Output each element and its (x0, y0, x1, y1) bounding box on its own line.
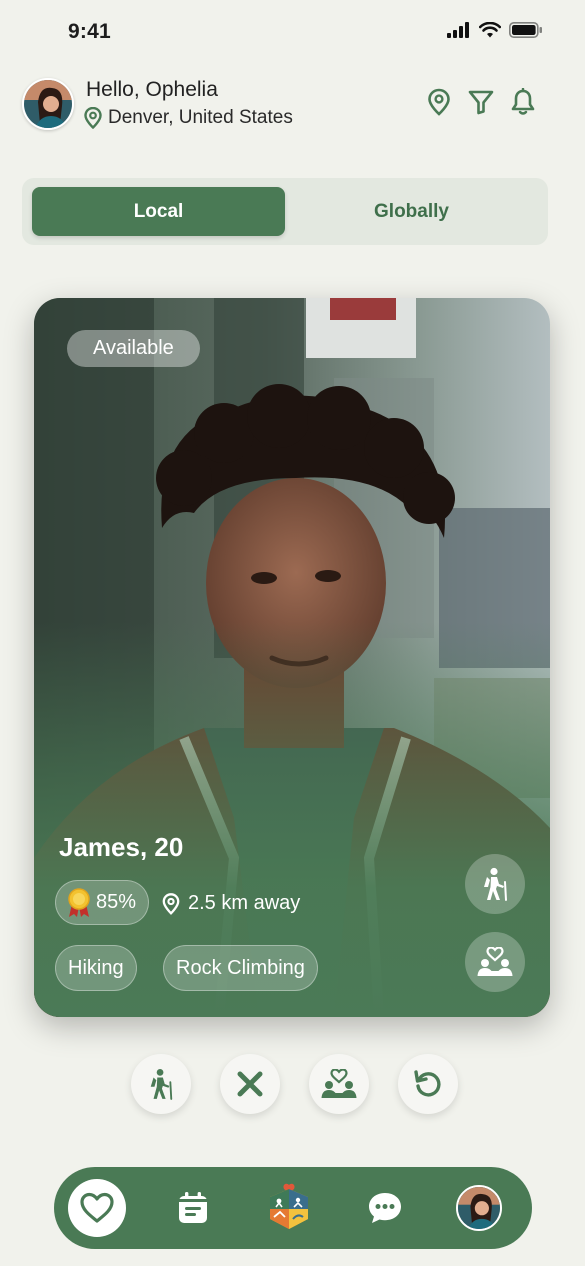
hiking-icon (150, 1068, 173, 1100)
heart-icon (80, 1192, 114, 1223)
profile-card[interactable]: Available James, 20 85% 2.5 km away Hiki… (34, 298, 550, 1017)
match-percent: 85% (96, 891, 137, 913)
notifications-button[interactable] (509, 86, 537, 118)
hiking-activity-action-button[interactable] (131, 1054, 191, 1114)
nav-events[interactable] (164, 1179, 222, 1237)
undo-icon (414, 1070, 441, 1097)
distance-info: 2.5 km away (162, 892, 300, 915)
header-actions (425, 86, 537, 118)
location-pin-icon (84, 107, 102, 129)
reject-button[interactable] (220, 1054, 280, 1114)
cellular-signal-icon (447, 22, 469, 38)
distance-text: 2.5 km away (188, 892, 301, 914)
location-button[interactable] (425, 86, 453, 118)
friends-heart-icon (321, 1069, 357, 1098)
bell-icon (511, 88, 535, 115)
status-bar: 9:41 (0, 0, 585, 64)
friends-match-button[interactable] (465, 932, 525, 992)
match-score-chip: 85% (55, 880, 150, 925)
friends-heart-icon (477, 947, 513, 976)
interest-tag: Rock Climbing (163, 945, 318, 991)
undo-button[interactable] (398, 1054, 458, 1114)
greeting-text: Hello, Ophelia (86, 78, 218, 101)
nav-chat[interactable] (356, 1179, 414, 1237)
profile-name-age: James, 20 (59, 832, 184, 862)
tab-local[interactable]: Local (32, 187, 285, 236)
filter-icon (468, 90, 494, 115)
medal-icon (68, 887, 90, 917)
availability-badge: Available (67, 330, 200, 367)
interest-tag: Hiking (55, 945, 137, 991)
tab-globally[interactable]: Globally (285, 187, 538, 236)
nav-activities[interactable] (260, 1179, 318, 1237)
current-location[interactable]: Denver, United States (84, 107, 293, 129)
battery-icon (509, 22, 542, 38)
filter-button[interactable] (467, 86, 495, 118)
hiking-activity-button[interactable] (465, 854, 525, 914)
swipe-actions (131, 1054, 458, 1114)
hiking-icon (484, 867, 507, 901)
user-avatar[interactable] (22, 78, 74, 130)
scope-tabs: Local Globally (22, 178, 548, 245)
calendar-icon (179, 1192, 207, 1223)
nav-profile[interactable] (450, 1179, 508, 1237)
header: Hello, Ophelia Denver, United States (22, 78, 563, 134)
wifi-icon (479, 22, 501, 38)
status-time: 9:41 (68, 20, 111, 43)
location-pin-icon (428, 88, 450, 116)
friends-match-action-button[interactable] (309, 1054, 369, 1114)
location-pin-icon (162, 892, 180, 915)
close-icon (237, 1071, 263, 1097)
activity-badge-icon (270, 1183, 308, 1229)
status-icons (447, 22, 543, 38)
profile-avatar (456, 1185, 502, 1231)
nav-matches[interactable] (68, 1179, 126, 1237)
location-text: Denver, United States (108, 107, 293, 128)
chat-icon (369, 1193, 401, 1223)
bottom-nav (54, 1167, 532, 1249)
